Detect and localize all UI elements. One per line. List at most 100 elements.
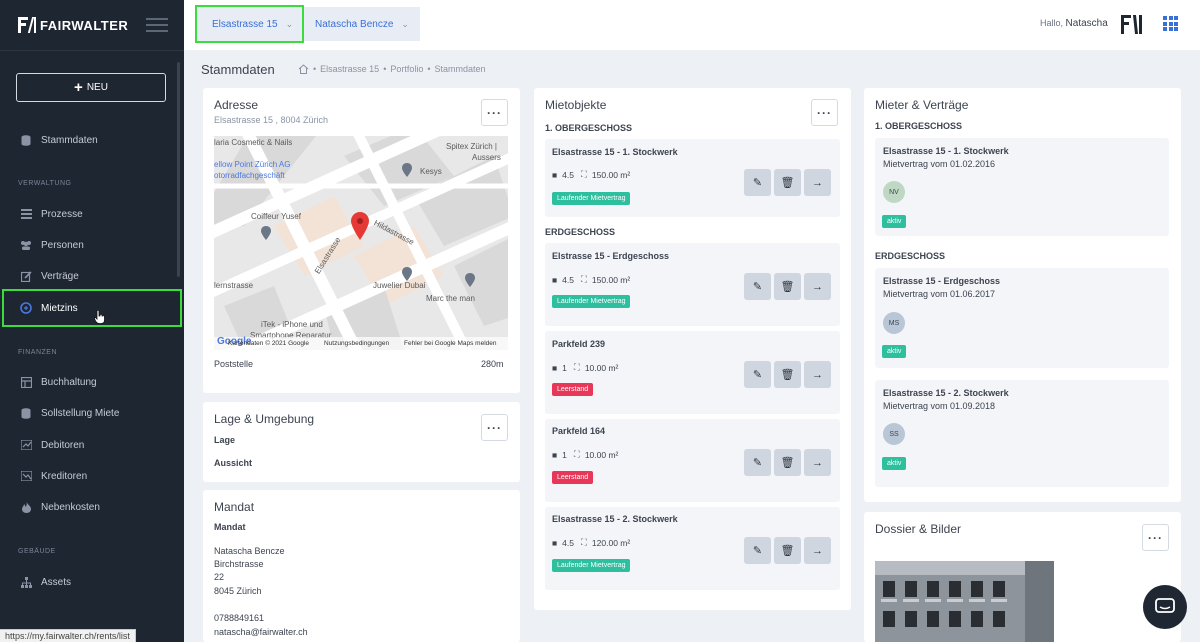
sidebar-item-label: Sollstellung Miete [41,407,120,419]
map-label: Spitex Zürich | [446,142,497,151]
sidebar-item-sollstellung[interactable]: Sollstellung Miete [0,398,184,428]
rental-object[interactable]: Elsastrasse 15 - 1. Stockwerk ■ 4.5 ⛶ 150.… [545,139,840,217]
mandat-email[interactable]: natascha@fairwalter.ch [214,627,308,637]
rental-object[interactable]: Parkfeld 164 ■ 1 ⛶ 10.00 m² Leerstand ✎ 🗑 … [545,419,840,502]
coins-icon [20,302,32,314]
mandat-phone[interactable]: 0788849161 [214,613,264,623]
rental-object[interactable]: Elsastrasse 15 - 2. Stockwerk ■ 4.5 ⛶ 120.… [545,507,840,590]
apps-grid-icon[interactable] [1163,16,1178,31]
brand-name: FAIRWALTER [40,17,129,33]
rental-object-meta: ■ 1 ⛶ 10.00 m² [552,449,618,460]
page-title: Stammdaten [201,62,275,77]
section-erdgeschoss: ERDGESCHOSS [875,251,946,261]
open-button[interactable]: → [804,273,831,300]
tab-label: Natascha Bencze [315,18,394,30]
map-label: ellow Point Zürich AG [214,160,291,169]
dossier-more-button[interactable]: ··· [1142,524,1169,551]
chart-icon [20,471,32,482]
delete-button[interactable]: 🗑 [774,361,801,388]
sidebar-scrollbar[interactable] [177,62,180,277]
sidebar-item-debitoren[interactable]: Debitoren [0,430,184,460]
rental-object[interactable]: Elstrasse 15 - Erdgeschoss ■ 4.5 ⛶ 150.00 … [545,243,840,326]
database-icon [20,134,32,146]
tenant-contract[interactable]: Elstrasse 15 - Erdgeschoss Mietvertrag v… [875,268,1169,368]
tab-property[interactable]: Elsastrasse 15 ⌄ [195,5,304,43]
tenant-contract-date: Mietvertrag vom 01.02.2016 [883,159,996,169]
area-icon: ⛶ [580,537,587,547]
poi-pin-icon [402,163,412,177]
breadcrumb-item[interactable]: Elsastrasse 15 [320,64,379,74]
tenant-contract[interactable]: Elsastrasse 15 - 1. Stockwerk Mietvertra… [875,138,1169,236]
status-badge: Laufender Mietvertrag [552,559,631,572]
map-terms-link[interactable]: Nutzungsbedingungen [324,340,389,347]
map-label: otorradfachgeschäft [214,171,285,180]
sidebar-item-prozesse[interactable]: Prozesse [0,199,184,229]
ledger-icon [20,376,32,388]
rooms-value: 4.5 [562,537,574,548]
area-value: 10.00 m² [584,449,619,460]
sidebar-item-stammdaten[interactable]: Stammdaten [0,125,184,155]
open-button[interactable]: → [804,449,831,476]
map-label: Aussers [472,153,501,162]
mandat-street: Birchstrasse [214,559,264,569]
breadcrumb: • Elsastrasse 15 • Portfolio • Stammdate… [298,64,486,74]
room-icon: ■ [552,449,558,460]
building-photo[interactable] [875,561,1054,642]
edit-button[interactable]: ✎ [744,169,771,196]
sidebar-item-kreditoren[interactable]: Kreditoren [0,461,184,491]
delete-button[interactable]: 🗑 [774,449,801,476]
edit-button[interactable]: ✎ [744,361,771,388]
room-icon: ■ [552,274,558,285]
map-report-link[interactable]: Fehler bei Google Maps melden [404,340,497,347]
location-marker-icon[interactable] [351,212,369,240]
mandat-number: 22 [214,572,225,582]
fairwalter-logo-icon[interactable] [1121,15,1143,34]
lage-title: Lage & Umgebung [214,412,315,426]
mietobjekte-more-button[interactable]: ··· [811,99,838,126]
sidebar-item-buchhaltung[interactable]: Buchhaltung [0,367,184,397]
avatar[interactable]: MS [883,312,905,334]
breadcrumb-separator: • [313,64,317,74]
open-button[interactable]: → [804,169,831,196]
user-name[interactable]: Natascha [1066,18,1108,29]
edit-button[interactable]: ✎ [744,449,771,476]
lage-more-button[interactable]: ··· [481,414,508,441]
tab-person[interactable]: Natascha Bencze ⌄ [304,7,420,41]
home-icon[interactable] [298,64,309,74]
area-icon: ⛶ [580,274,587,284]
adresse-more-button[interactable]: ··· [481,99,508,126]
edit-button[interactable]: ✎ [744,537,771,564]
avatar[interactable]: SS [883,423,905,445]
rooms-value: 4.5 [562,169,574,180]
sidebar-item-label: Nebenkosten [41,501,100,513]
section-obergeschoss: 1. OBERGESCHOSS [875,121,963,131]
rental-object[interactable]: Parkfeld 239 ■ 1 ⛶ 10.00 m² Leerstand ✎ 🗑 … [545,331,840,414]
chat-button[interactable] [1143,585,1187,629]
open-button[interactable]: → [804,361,831,388]
sidebar-item-personen[interactable]: Personen [0,230,184,260]
delete-button[interactable]: 🗑 [774,169,801,196]
breadcrumb-item[interactable]: Portfolio [390,64,423,74]
chat-icon [1155,598,1175,613]
new-button[interactable]: + NEU [16,73,166,102]
sidebar-item-nebenkosten[interactable]: Nebenkosten [0,492,184,522]
map-label: iTek - iPhone und [261,320,323,329]
area-icon: ⛶ [580,169,587,179]
tenant-contract[interactable]: Elsastrasse 15 - 2. Stockwerk Mietvertra… [875,380,1169,487]
avatar[interactable]: NV [883,181,905,203]
greeting-text: Hallo, [1040,18,1064,28]
edit-button[interactable]: ✎ [744,273,771,300]
sidebar-item-mietzins[interactable]: Mietzins [2,289,182,327]
menu-toggle-icon[interactable] [146,18,168,32]
sidebar-item-assets[interactable]: Assets [0,567,184,597]
sidebar-item-vertraege[interactable]: Verträge [0,261,184,291]
tenant-contract-date: Mietvertrag vom 01.06.2017 [883,289,996,299]
delete-button[interactable]: 🗑 [774,537,801,564]
fairwalter-logo-icon [18,17,36,33]
location-map[interactable]: laria Cosmetic & Nails ellow Point Züric… [214,136,508,350]
chart-icon [20,440,32,451]
open-button[interactable]: → [804,537,831,564]
area-value: 120.00 m² [591,537,631,548]
room-icon: ■ [552,362,558,373]
delete-button[interactable]: 🗑 [774,273,801,300]
